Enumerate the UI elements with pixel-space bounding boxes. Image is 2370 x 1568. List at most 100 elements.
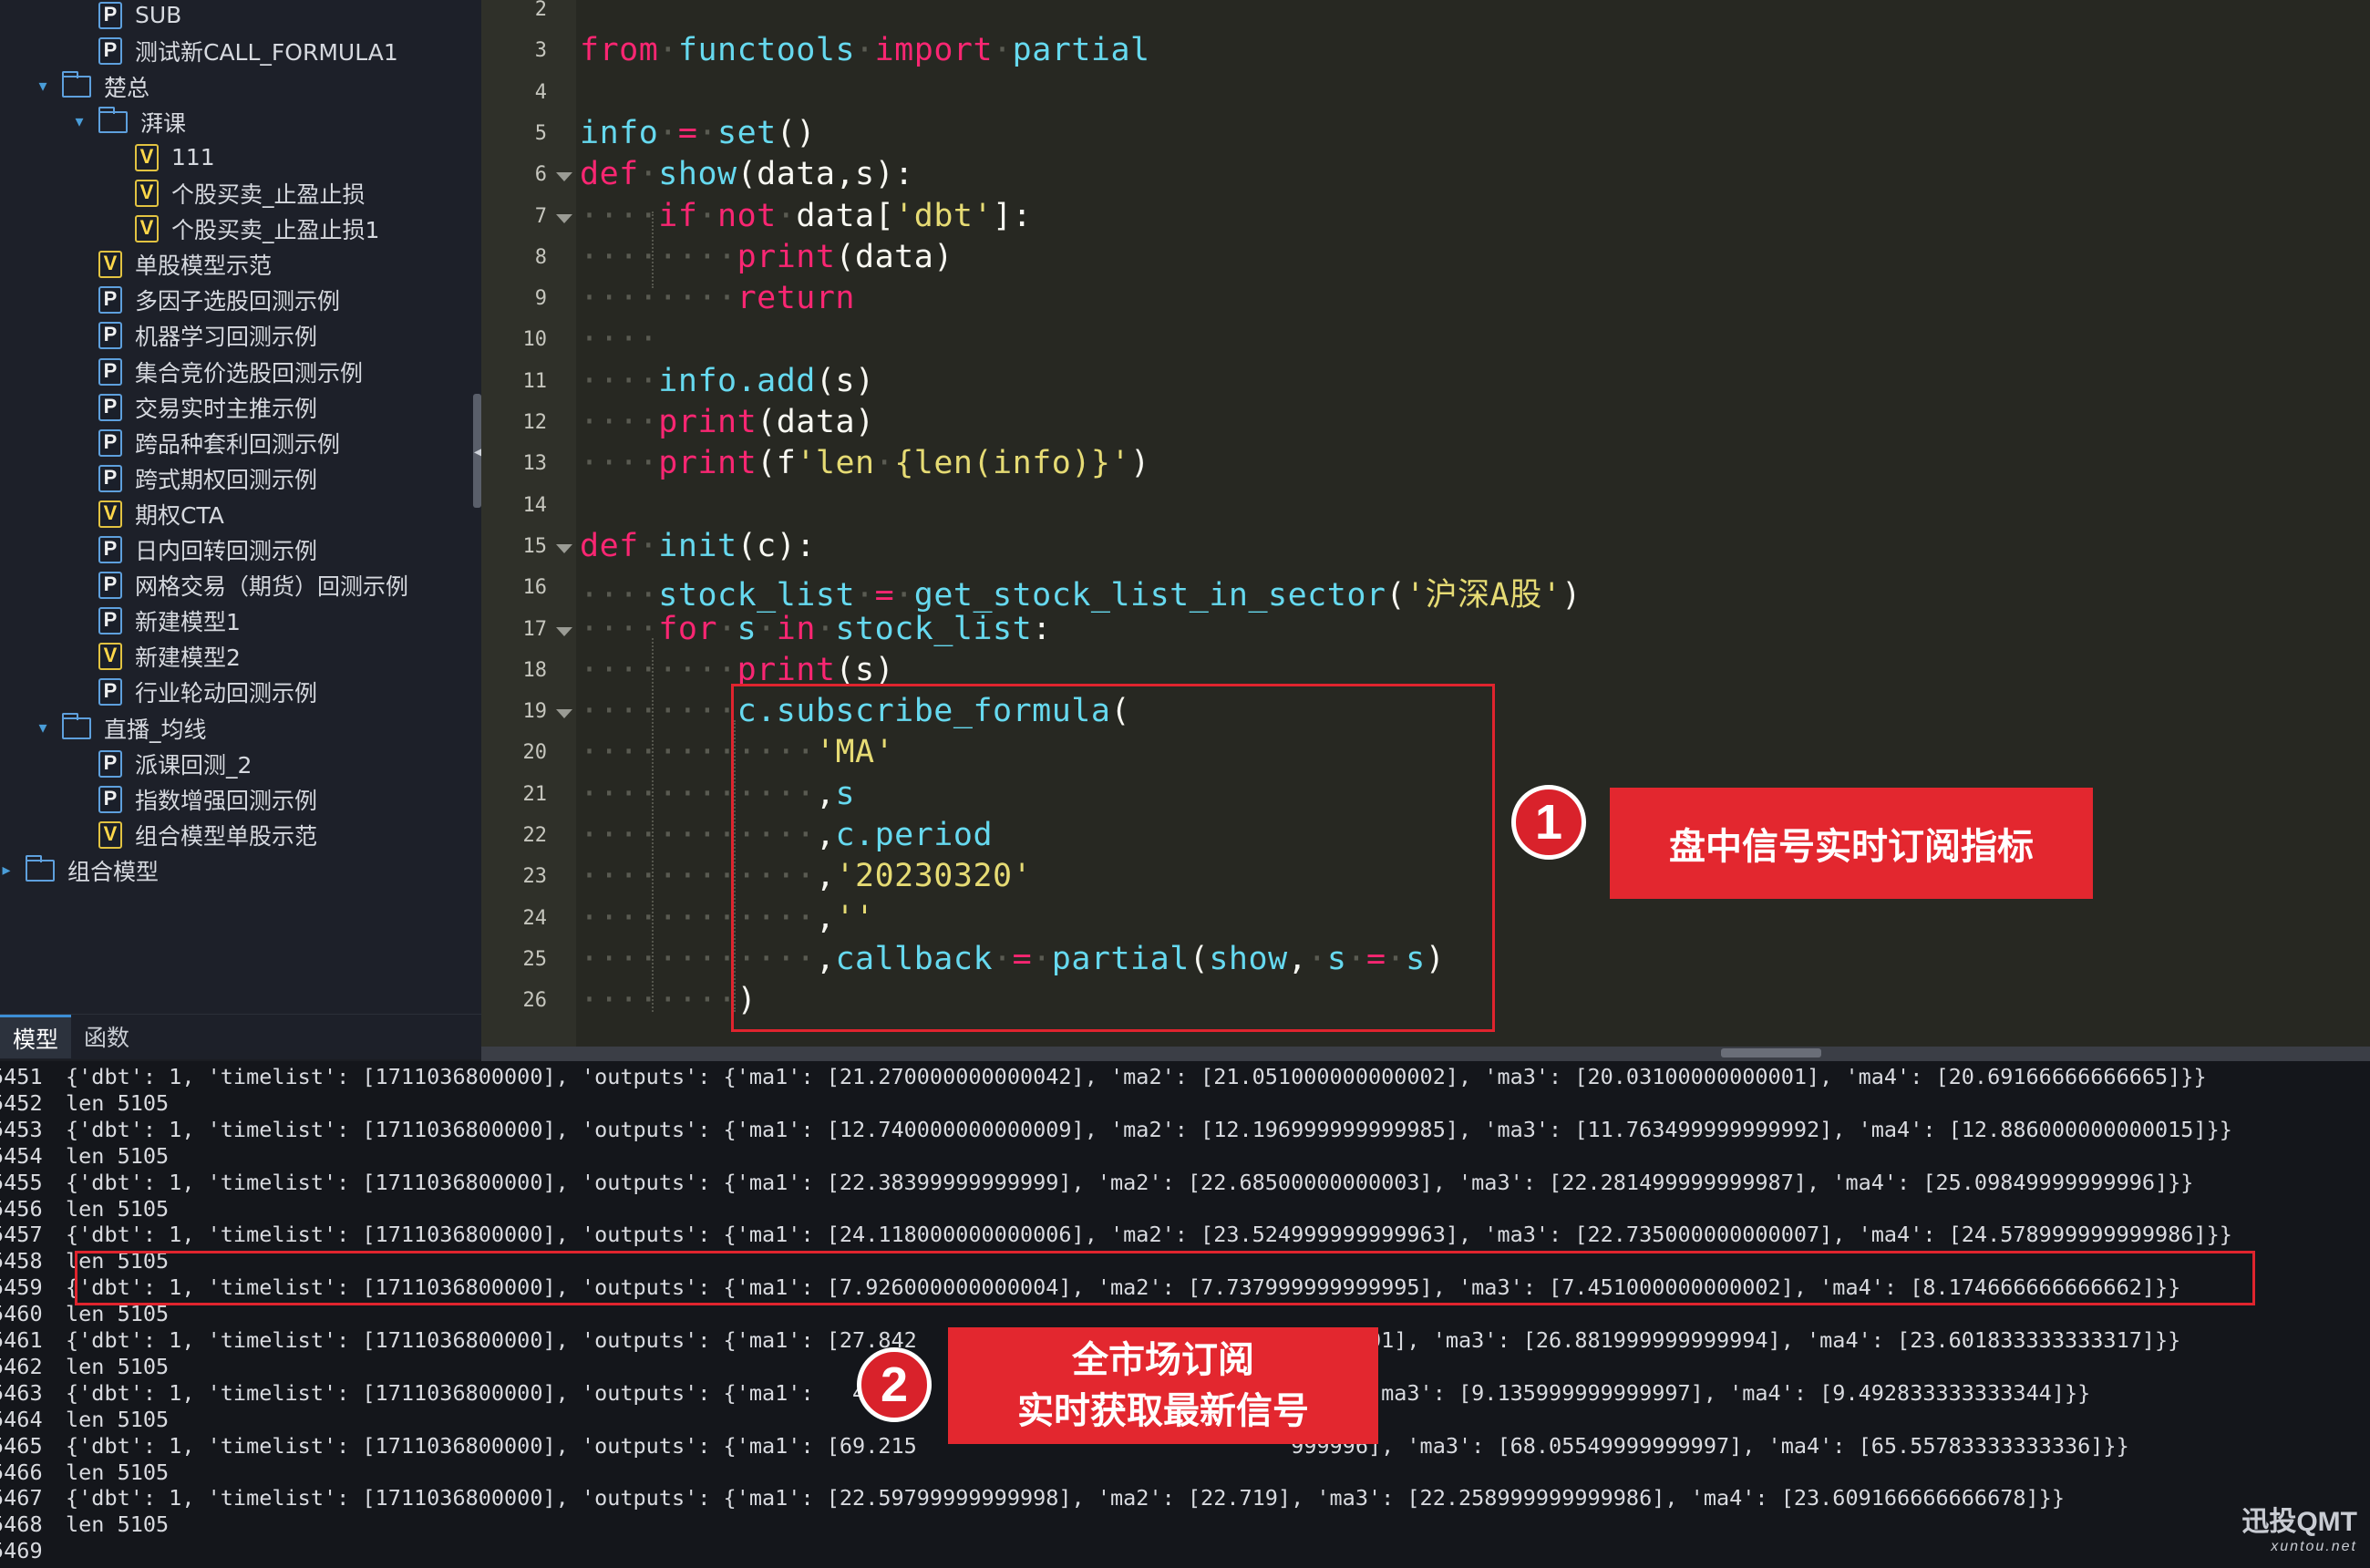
tree-item-label: 楚总 (104, 74, 150, 101)
tree-item[interactable]: ▾P日内回转回测示例 (69, 532, 317, 568)
console-line: 5452 len 5105 (0, 1090, 169, 1116)
console-line: 5469 (0, 1538, 66, 1563)
code-line[interactable]: ····for·s·in·stock_list: (580, 611, 1052, 647)
tree-item[interactable]: ▾V单股模型示范 (69, 247, 272, 283)
tree-item-label: 个股买卖_止盈止损1 (171, 217, 380, 244)
chevron-down-icon[interactable]: ▾ (33, 718, 53, 738)
python-model-file-icon: P (98, 1, 122, 29)
splitter-grip[interactable] (1721, 1048, 1821, 1057)
tree-item[interactable]: ▾P网格交易（期货）回测示例 (69, 568, 408, 603)
console-line-text: len 5105 (66, 1459, 170, 1485)
code-line[interactable]: ····if·not·data['dbt']: (580, 198, 1032, 234)
tree-item[interactable]: ▾V个股买卖_止盈止损 (106, 176, 366, 211)
chevron-down-icon[interactable]: ▾ (69, 112, 89, 132)
output-console[interactable]: 5451 {'dbt': 1, 'timelist': [171103680000… (0, 1061, 2370, 1568)
code-line[interactable]: ···· (580, 321, 658, 357)
tree-item[interactable]: ▾P跨式期权回测示例 (69, 460, 317, 496)
fold-toggle-icon[interactable] (556, 626, 572, 636)
chevron-down-icon[interactable]: ▾ (33, 77, 53, 97)
tree-item[interactable]: ▾P多因子选股回测示例 (69, 283, 340, 318)
line-number: 6 (534, 163, 547, 187)
console-line-number: 5465 (0, 1432, 43, 1459)
python-model-file-icon: P (98, 357, 122, 386)
console-line: 5462 len 5105 (0, 1354, 169, 1379)
tree-item[interactable]: ▾P新建模型1 (69, 603, 241, 639)
tree-item-label: 交易实时主推示例 (135, 395, 318, 422)
code-line[interactable]: ····info.add(s) (580, 363, 875, 399)
tree-item-label: 个股买卖_止盈止损 (171, 181, 366, 208)
tree-item[interactable]: ▾V新建模型2 (69, 639, 241, 675)
console-line: 5453 {'dbt': 1, 'timelist': [171103680000… (0, 1117, 2232, 1142)
folder-icon (98, 106, 128, 133)
console-line-text: len 5105 (66, 1195, 170, 1222)
tree-item[interactable]: ▾ 湃课 (69, 104, 186, 139)
python-model-file-icon: P (98, 536, 122, 563)
line-number: 15 (522, 534, 548, 558)
console-line-number: 5468 (0, 1511, 43, 1538)
tree-item-label: 集合竞价选股回测示例 (135, 359, 364, 387)
code-line[interactable]: ····print(data) (580, 404, 875, 440)
console-line-number: 5455 (0, 1169, 43, 1195)
code-line[interactable]: ········print(data) (580, 239, 953, 275)
tab-functions[interactable]: 函数 (71, 1015, 142, 1058)
line-number: 26 (522, 989, 548, 1013)
code-line[interactable]: from·functools·import·partial (580, 32, 1150, 68)
code-line[interactable]: info·=·set() (580, 115, 816, 151)
chevron-right-icon[interactable]: ▸ (0, 861, 16, 881)
tree-item[interactable]: ▾P测试新CALL_FORMULA1 (69, 33, 398, 68)
collapse-sidebar-icon[interactable]: ◀ (474, 445, 481, 459)
tree-item-label: 111 (171, 144, 215, 171)
tree-item[interactable]: ▾P行业轮动回测示例 (69, 675, 317, 710)
line-number: 3 (534, 39, 547, 63)
line-number: 17 (522, 617, 548, 641)
fold-toggle-icon[interactable] (556, 213, 572, 223)
fold-toggle-icon[interactable] (556, 172, 572, 182)
tree-item-label: 日内回转回测示例 (135, 538, 318, 564)
v-model-file-icon: V (98, 500, 122, 528)
code-line[interactable]: ····stock_list·=·get_stock_list_in_secto… (580, 569, 1582, 615)
tree-item-label: 湃课 (140, 109, 187, 137)
tree-item[interactable]: ▾V个股买卖_止盈止损1 (106, 211, 379, 247)
tree-item[interactable]: ▾P跨品种套利回测示例 (69, 425, 340, 460)
watermark-brand: 迅投QMT (2241, 1507, 2357, 1537)
console-line-number: 5462 (0, 1353, 43, 1379)
tab-models[interactable]: 模型 (0, 1015, 72, 1058)
tree-item-label: 组合模型 (67, 858, 160, 885)
console-line-text: len 5105 (66, 1406, 170, 1432)
tree-item[interactable]: ▾P集合竞价选股回测示例 (69, 354, 363, 389)
line-number: 18 (522, 658, 548, 682)
console-line-text: {'dbt': 1, 'timelist': [1711036800000], … (66, 1222, 2232, 1248)
tree-item[interactable]: ▾V111 (106, 139, 215, 175)
console-line-number: 5461 (0, 1327, 43, 1353)
v-model-file-icon: V (98, 251, 122, 279)
tree-item[interactable]: ▸ 组合模型 (0, 852, 159, 888)
tree-item[interactable]: ▾V组合模型单股示范 (69, 817, 317, 852)
code-line[interactable]: def·show(data,s): (580, 156, 914, 192)
tree-item[interactable]: ▾V期权CTA (69, 496, 224, 531)
tree-item[interactable]: ▾P派课回测_2 (69, 746, 252, 781)
tree-item[interactable]: ▾P交易实时主推示例 (69, 389, 317, 425)
code-line[interactable]: ········return (580, 280, 855, 316)
line-number: 2 (534, 0, 547, 21)
editor-splitter[interactable] (481, 1047, 2370, 1061)
code-line[interactable]: ········print(s) (580, 652, 894, 688)
tree-item[interactable]: ▾PSUB (69, 0, 181, 33)
code-line[interactable]: ····print(f'len·{len(info)}') (580, 445, 1150, 481)
line-number: 7 (534, 204, 547, 228)
tree-item[interactable]: ▾P指数增强回测示例 (69, 781, 317, 817)
callout-2-line1: 全市场订阅 (1072, 1339, 1254, 1381)
console-line-number: 5454 (0, 1142, 43, 1169)
line-number: 16 (522, 576, 548, 600)
console-line-text: {'dbt': 1, 'timelist': [1711036800000], … (66, 1064, 2207, 1089)
line-number: 12 (522, 411, 548, 434)
tree-item-label: 网格交易（期货）回测示例 (135, 573, 409, 601)
fold-toggle-icon[interactable] (556, 709, 572, 719)
tree-item[interactable]: ▾ 直播_均线 (33, 710, 207, 746)
code-line[interactable]: def·init(c): (580, 528, 816, 564)
python-model-file-icon: P (98, 785, 122, 813)
tree-item[interactable]: ▾ 楚总 (33, 68, 149, 104)
tree-item[interactable]: ▾P机器学习回测示例 (69, 318, 317, 354)
folder-icon (62, 712, 91, 739)
console-line-number: 5463 (0, 1379, 43, 1406)
fold-toggle-icon[interactable] (556, 543, 572, 553)
